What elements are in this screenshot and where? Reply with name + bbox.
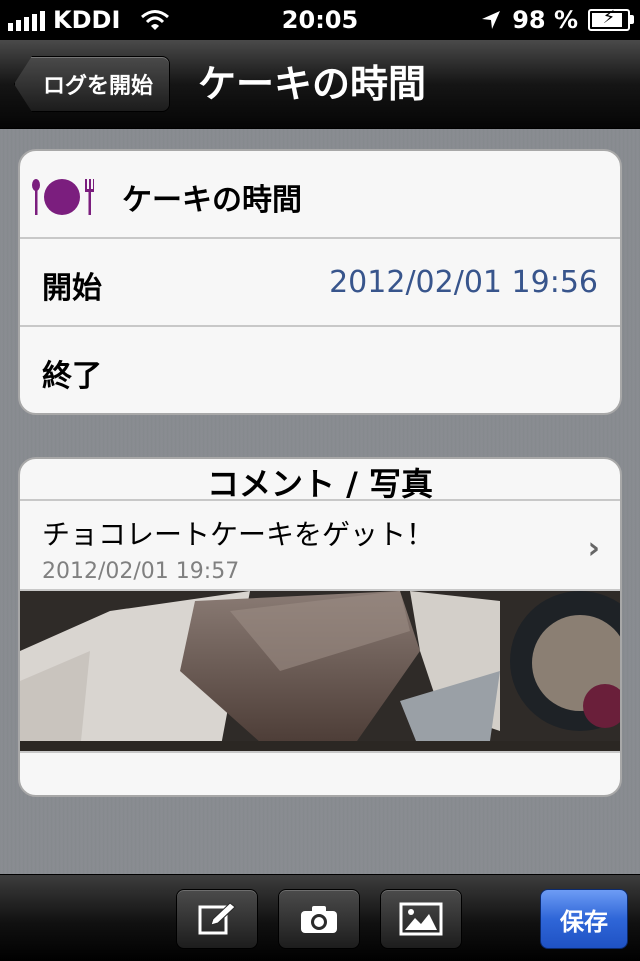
end-label: 終了	[42, 359, 102, 394]
comments-group: コメント / 写真 チョコレートケーキをゲット！ 2012/02/01 19:5…	[18, 457, 622, 797]
start-row[interactable]: 開始 2012/02/01 19:56	[20, 239, 620, 327]
start-value: 2012/02/01 19:56	[329, 265, 598, 300]
bottom-toolbar: 保存	[0, 874, 640, 961]
comment-date: 2012/02/01 19:57	[42, 559, 240, 584]
back-button[interactable]: ログを開始	[14, 56, 170, 112]
location-icon	[482, 11, 501, 29]
camera-button[interactable]	[278, 889, 360, 949]
chevron-right-icon: ›	[587, 531, 600, 566]
cake-photo[interactable]	[20, 591, 620, 751]
comment-item[interactable]: チョコレートケーキをゲット！ 2012/02/01 19:57 ›	[20, 499, 620, 591]
photo-library-icon	[399, 902, 443, 936]
camera-icon	[301, 906, 337, 933]
cake-photo-image	[20, 591, 620, 751]
comments-header-row: コメント / 写真	[20, 459, 620, 503]
event-title: ケーキの時間	[122, 183, 302, 218]
compose-button[interactable]	[176, 889, 258, 949]
save-button[interactable]: 保存	[540, 889, 628, 949]
content-area: ケーキの時間 開始 2012/02/01 19:56 終了 コメント / 写真 …	[0, 129, 640, 874]
status-bar: KDDI 20:05 98 % ⚡	[0, 0, 640, 40]
battery-percent: 98 %	[512, 6, 578, 34]
event-details-group: ケーキの時間 開始 2012/02/01 19:56 終了	[18, 149, 622, 415]
event-title-row: ケーキの時間	[20, 151, 620, 239]
battery-icon: ⚡	[588, 7, 634, 31]
page-title: ケーキの時間	[198, 62, 427, 106]
photo-library-button[interactable]	[380, 889, 462, 949]
start-label: 開始	[42, 271, 102, 306]
compose-icon	[198, 902, 236, 935]
end-row[interactable]: 終了	[20, 327, 620, 413]
empty-comment-row	[20, 751, 620, 795]
comment-text: チョコレートケーキをゲット！	[42, 518, 435, 551]
navigation-bar: ログを開始 ケーキの時間	[0, 40, 640, 129]
dining-icon	[32, 179, 94, 215]
